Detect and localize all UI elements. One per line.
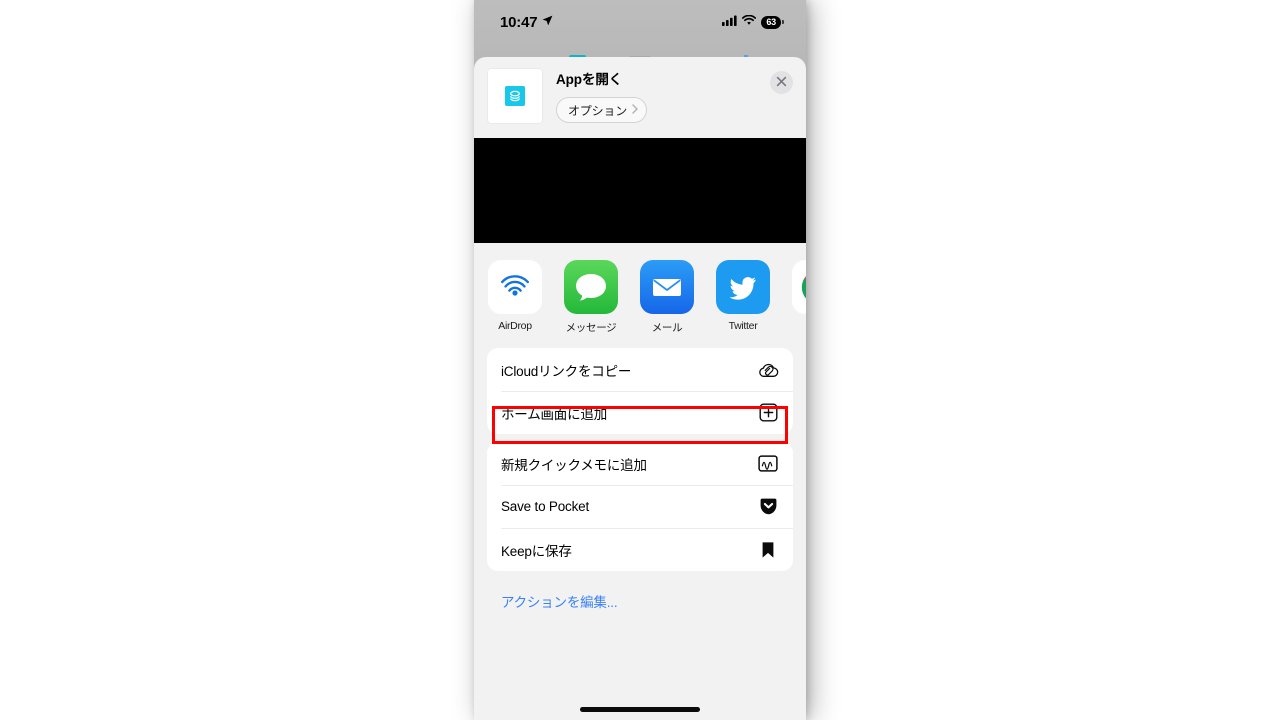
share-target-twitter[interactable]: Twitter [716,260,770,332]
action-group-1: iCloudリンクをコピー ホーム画面に追加 [487,348,793,434]
share-target-label: Twitter [728,320,758,332]
share-target-chrome[interactable]: C [792,260,806,332]
edit-actions-link[interactable]: アクションを編集... [474,579,806,611]
wifi-icon [742,13,757,31]
plus-square-icon [757,402,779,424]
chrome-icon [792,260,806,314]
share-sheet-title: Appを開く [556,72,623,87]
status-bar-right: 63 [722,13,784,31]
action-row-label: Save to Pocket [501,499,590,514]
chevron-right-icon [632,103,638,117]
share-target-airdrop[interactable]: AirDrop [488,260,542,332]
share-target-label: AirDrop [498,320,532,332]
share-target-mail[interactable]: メール [640,260,694,335]
close-icon [776,74,787,92]
layers-stack-icon [505,86,525,106]
close-button[interactable] [770,71,793,94]
action-group-2: 新規クイックメモに追加 Save to Pocket Keepに保存 [487,442,793,571]
action-row-save-to-keep[interactable]: Keepに保存 [487,528,793,571]
cellular-bars-icon [722,13,737,31]
options-button[interactable]: オプション [556,97,648,124]
action-row-label: Keepに保存 [501,543,572,559]
status-bar-clock: 10:47 [500,13,538,31]
action-row-save-to-pocket[interactable]: Save to Pocket [487,485,793,528]
action-row-label: 新規クイックメモに追加 [501,457,647,473]
content-preview-area [474,138,806,243]
twitter-icon [716,260,770,314]
screenshot-canvas: 10:47 63 Appを開く オプション AirDrop メッセージ メール … [0,0,1280,720]
quick-note-icon [757,453,779,475]
messages-icon [564,260,618,314]
options-button-label: オプション [568,103,628,118]
location-arrow-icon [542,13,553,31]
status-bar-left: 10:47 [500,13,553,31]
home-indicator [580,707,700,712]
share-sheet-header-texts: Appを開く オプション [556,69,648,124]
action-row-label: iCloudリンクをコピー [501,363,632,379]
share-sheet-header: Appを開く オプション [474,57,806,138]
cloud-link-icon [757,359,779,381]
action-row-copy-icloud-link[interactable]: iCloudリンクをコピー [487,348,793,391]
pocket-icon [757,496,779,518]
share-sheet: Appを開く オプション AirDrop メッセージ メール Twitter i… [474,57,806,720]
share-target-messages[interactable]: メッセージ [564,260,618,335]
action-row-label: ホーム画面に追加 [501,406,607,422]
phone-frame: 10:47 63 Appを開く オプション AirDrop メッセージ メール … [474,0,806,720]
share-target-label: メッセージ [565,322,617,334]
share-targets-row: AirDrop メッセージ メール Twitter [474,243,806,348]
share-target-label: メール [651,322,683,334]
action-row-add-to-home-screen[interactable]: ホーム画面に追加 [487,391,793,434]
bookmark-icon [757,539,779,561]
shared-item-thumbnail [488,69,542,123]
status-bar: 10:47 63 [474,0,806,44]
battery-level-label: 63 [761,15,781,29]
battery-indicator: 63 [761,15,784,29]
battery-nub [782,20,784,24]
mail-icon [640,260,694,314]
action-row-add-to-quick-note[interactable]: 新規クイックメモに追加 [487,442,793,485]
airdrop-icon [488,260,542,314]
